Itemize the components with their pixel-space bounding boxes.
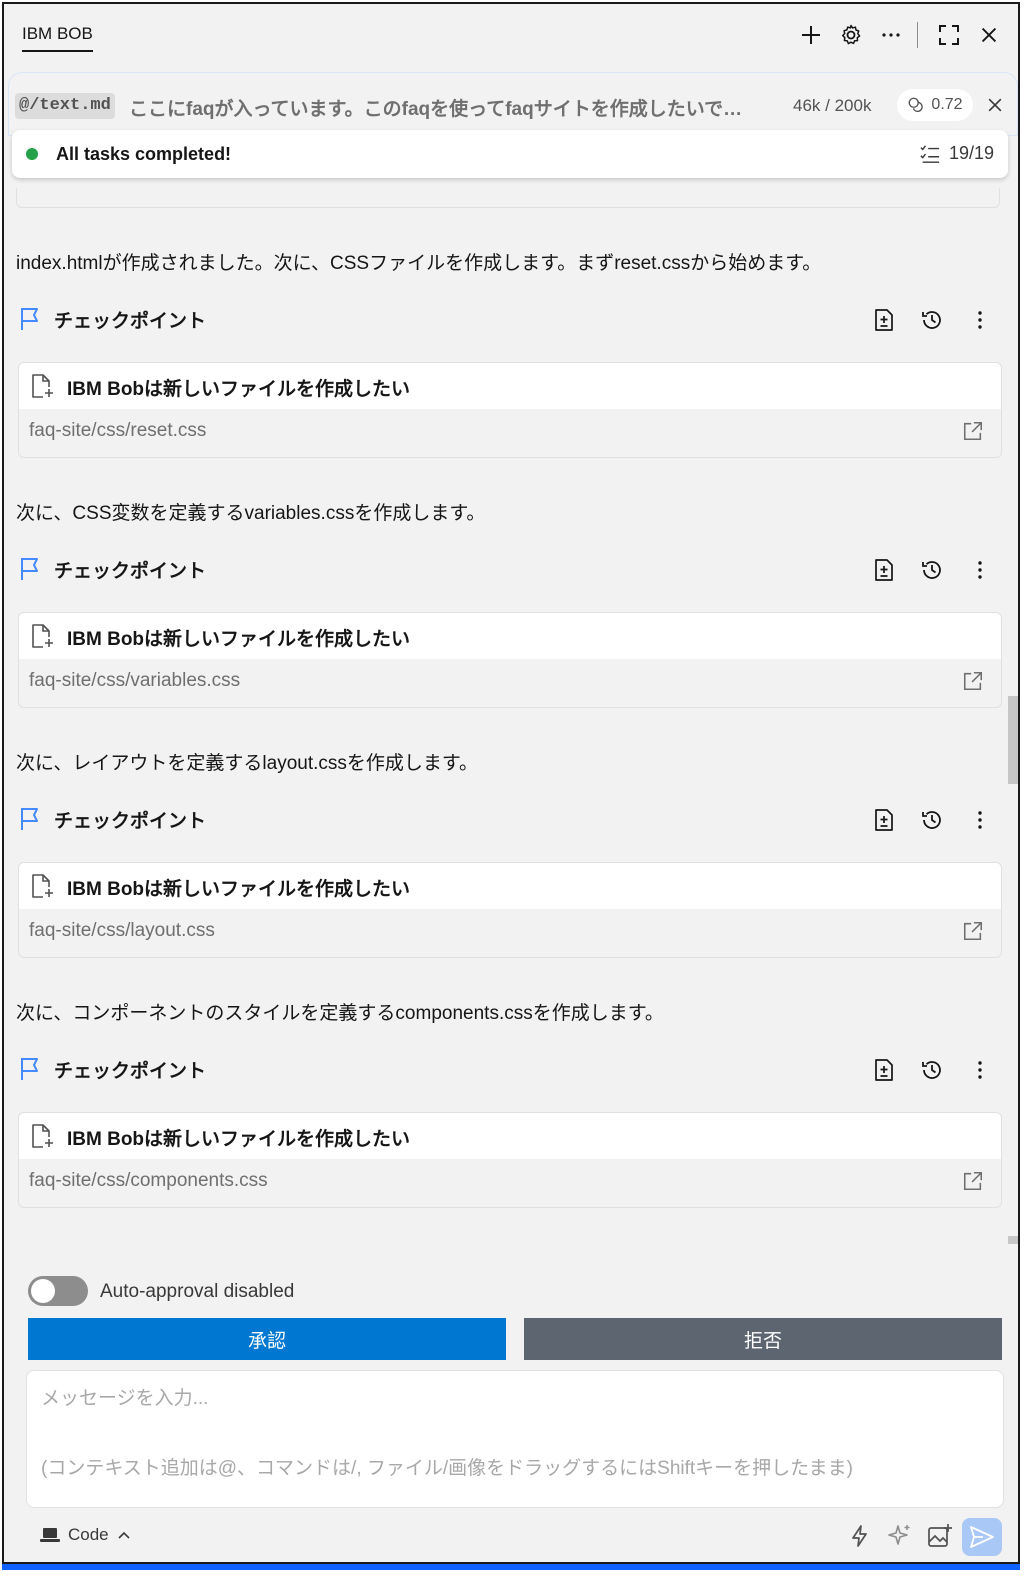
window-bottom-edge: [0, 1564, 1036, 1588]
new-file-icon: [32, 1124, 53, 1148]
toggle-knob: [31, 1279, 55, 1303]
checkpoint-row: チェックポイント: [16, 1050, 1002, 1090]
auto-approval-toggle[interactable]: [28, 1276, 88, 1306]
task-header[interactable]: @/text.md ここにfaqが入っています。このfaqを使ってfaqサイトを…: [8, 72, 1018, 136]
new-file-card: IBM Bobは新しいファイルを作成したい faq-site/css/varia…: [18, 612, 1002, 708]
new-file-card: IBM Bobは新しいファイルを作成したい faq-site/css/layou…: [18, 862, 1002, 958]
checkpoint-row: チェックポイント: [16, 550, 1002, 590]
more-horizontal-icon[interactable]: [876, 20, 906, 50]
message-input[interactable]: メッセージを入力... (コンテキスト追加は@、コマンドは/, ファイル/画像を…: [26, 1370, 1004, 1508]
open-external-icon[interactable]: [959, 917, 987, 945]
diff-file-icon[interactable]: [868, 804, 900, 836]
open-external-icon[interactable]: [959, 667, 987, 695]
new-file-card-header: IBM Bobは新しいファイルを作成したい: [19, 613, 1001, 659]
open-external-icon[interactable]: [959, 1167, 987, 1195]
token-usage: 46k / 200k: [793, 96, 872, 115]
assistant-message: 次に、CSS変数を定義するvariables.cssを作成します。: [16, 503, 486, 524]
approve-button[interactable]: 承認: [28, 1318, 506, 1360]
flag-icon: [21, 1058, 38, 1080]
new-file-card-header: IBM Bobは新しいファイルを作成したい: [19, 1113, 1001, 1159]
input-hint: (コンテキスト追加は@、コマンドは/, ファイル/画像をドラッグするにはShif…: [41, 1458, 853, 1479]
toolbar-divider: [917, 22, 918, 48]
file-path[interactable]: faq-site/css/layout.css: [29, 920, 215, 942]
cost-badge: 0.72: [897, 89, 973, 121]
previous-card: [16, 188, 1000, 208]
bob-panel: IBM BOB @/text.md ここにfaqが入っています。このfaqを使っ…: [2, 2, 1020, 1564]
history-icon[interactable]: [916, 554, 948, 586]
close-task-icon[interactable]: [981, 91, 1009, 119]
file-path[interactable]: faq-site/css/variables.css: [29, 670, 240, 692]
status-dot: [26, 148, 38, 160]
send-icon: [970, 1526, 994, 1548]
input-placeholder: メッセージを入力...: [41, 1388, 209, 1409]
new-file-title: IBM Bobは新しいファイルを作成したい: [67, 379, 411, 400]
more-vertical-icon[interactable]: [964, 1054, 996, 1086]
task-status-card[interactable]: All tasks completed! 19/19: [12, 130, 1008, 178]
gear-icon[interactable]: [836, 20, 866, 50]
checklist-icon: [920, 144, 940, 163]
checkpoint-row: チェックポイント: [16, 800, 1002, 840]
checkpoint-label: チェックポイント: [54, 311, 207, 332]
todo-count[interactable]: 19/19: [919, 143, 994, 164]
diff-file-icon[interactable]: [868, 304, 900, 336]
fullscreen-icon[interactable]: [934, 20, 964, 50]
task-text: ここにfaqが入っています。このfaqを使ってfaqサイトを作成したいで…: [129, 99, 743, 120]
auto-approval-label: Auto-approval disabled: [100, 1281, 295, 1302]
title-bar: IBM BOB: [4, 4, 1018, 66]
sparkle-icon[interactable]: [884, 1520, 916, 1552]
history-icon[interactable]: [916, 1054, 948, 1086]
file-path[interactable]: faq-site/css/components.css: [29, 1170, 268, 1192]
more-vertical-icon[interactable]: [964, 554, 996, 586]
new-file-title: IBM Bobは新しいファイルを作成したい: [67, 629, 411, 650]
file-mention-tag[interactable]: @/text.md: [15, 93, 115, 119]
status-text: All tasks completed!: [56, 144, 232, 164]
checkpoint-label: チェックポイント: [54, 811, 207, 832]
reject-button[interactable]: 拒否: [524, 1318, 1002, 1360]
history-icon[interactable]: [916, 804, 948, 836]
new-file-card-header: IBM Bobは新しいファイルを作成したい: [19, 363, 1001, 409]
new-file-card-header: IBM Bobは新しいファイルを作成したい: [19, 863, 1001, 909]
todo-count-value: 19/19: [948, 143, 994, 163]
flag-icon: [21, 808, 38, 830]
history-icon[interactable]: [916, 304, 948, 336]
scrollbar-end: [1008, 1236, 1018, 1244]
assistant-message: 次に、レイアウトを定義するlayout.cssを作成します。: [16, 753, 479, 774]
assistant-message: index.htmlが作成されました。次に、CSSファイルを作成します。まずre…: [16, 253, 822, 274]
chevron-up-icon: [118, 1531, 130, 1539]
send-button[interactable]: [962, 1518, 1002, 1556]
new-file-icon: [32, 624, 53, 648]
new-file-card: IBM Bobは新しいファイルを作成したい faq-site/css/reset…: [18, 362, 1002, 458]
more-vertical-icon[interactable]: [964, 304, 996, 336]
mode-label: Code: [68, 1525, 109, 1544]
more-vertical-icon[interactable]: [964, 804, 996, 836]
new-file-card: IBM Bobは新しいファイルを作成したい faq-site/css/compo…: [18, 1112, 1002, 1208]
flag-icon: [21, 558, 38, 580]
open-external-icon[interactable]: [959, 417, 987, 445]
new-file-icon: [32, 874, 53, 898]
coins-icon: [908, 97, 924, 113]
panel-title[interactable]: IBM BOB: [22, 24, 93, 52]
lightning-icon[interactable]: [844, 1520, 876, 1552]
checkpoint-label: チェックポイント: [54, 1061, 207, 1082]
scrollbar-thumb[interactable]: [1008, 696, 1018, 784]
mode-selector[interactable]: Code: [40, 1525, 131, 1545]
plus-icon[interactable]: [796, 20, 826, 50]
checkpoint-label: チェックポイント: [54, 561, 207, 582]
close-icon[interactable]: [974, 20, 1004, 50]
assistant-message: 次に、コンポーネントのスタイルを定義するcomponents.cssを作成します…: [16, 1003, 664, 1024]
new-file-title: IBM Bobは新しいファイルを作成したい: [67, 879, 411, 900]
status-strip: [2, 1564, 1020, 1570]
file-path[interactable]: faq-site/css/reset.css: [29, 420, 206, 442]
flag-icon: [21, 308, 38, 330]
laptop-icon: [40, 1528, 60, 1542]
cost-value: 0.72: [931, 96, 963, 113]
checkpoint-row: チェックポイント: [16, 300, 1002, 340]
new-file-title: IBM Bobは新しいファイルを作成したい: [67, 1129, 411, 1150]
diff-file-icon[interactable]: [868, 1054, 900, 1086]
new-file-icon: [32, 374, 53, 398]
add-image-icon[interactable]: [924, 1520, 956, 1552]
diff-file-icon[interactable]: [868, 554, 900, 586]
